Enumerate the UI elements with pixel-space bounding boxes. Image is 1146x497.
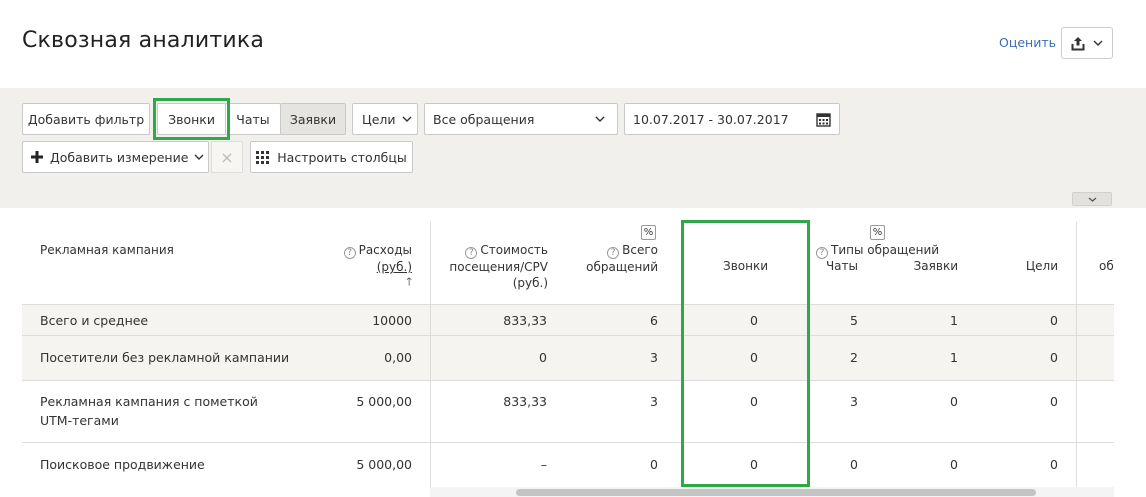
header-cost[interactable]: ? Стоимость посещения/CPV (руб.)	[440, 242, 548, 291]
header-chats[interactable]: Чаты	[808, 258, 858, 274]
toolbar-bottom-strip	[0, 186, 1146, 208]
cell-campaign-line-2: UTM-тегами	[40, 413, 119, 428]
cell-campaign: Всего и среднее	[40, 313, 149, 328]
cell-chats: 0	[850, 457, 858, 472]
cell-calls: 0	[750, 394, 758, 409]
horizontal-scrollbar-thumb[interactable]	[516, 489, 1036, 496]
cell-goals: 0	[1050, 313, 1058, 328]
help-icon[interactable]: ?	[607, 247, 620, 259]
header-types-group: ? Типы обращений	[816, 242, 939, 259]
cell-campaign: Посетители без рекламной кампании	[40, 350, 290, 365]
header-expenses[interactable]: ? Расходы (руб.) 🡑	[320, 242, 412, 289]
cell-cost: 0	[539, 350, 547, 365]
header-expenses-unit: (руб.)	[376, 260, 412, 274]
header-total-label-2: обращений	[586, 260, 658, 274]
row-divider	[22, 442, 1114, 443]
grid-icon	[256, 150, 270, 164]
row-divider	[22, 380, 1114, 381]
header-goals[interactable]: Цели	[1000, 258, 1058, 274]
page-header: Сквозная аналитика Оценить	[0, 0, 1146, 88]
sort-arrow-up-icon[interactable]: 🡑	[320, 275, 412, 289]
calendar-icon	[816, 112, 831, 127]
plus-icon	[31, 151, 43, 163]
chevron-down-icon	[595, 116, 605, 122]
header-types-group-label: Типы обращений	[831, 243, 940, 257]
header-campaign[interactable]: Рекламная кампания	[40, 242, 174, 258]
add-dimension-label: Добавить измерение	[50, 149, 189, 165]
appeals-select[interactable]: Все обращения	[424, 103, 618, 135]
cell-expenses: 10000	[372, 313, 412, 328]
page-title: Сквозная аналитика	[22, 28, 265, 53]
cell-requests: 0	[950, 394, 958, 409]
cell-goals: 0	[1050, 350, 1058, 365]
cell-chats: 3	[850, 394, 858, 409]
help-icon[interactable]: ?	[343, 247, 356, 259]
cell-calls: 0	[750, 457, 758, 472]
goals-dropdown-label: Цели	[362, 111, 396, 127]
chevron-down-icon	[194, 154, 204, 160]
row-divider	[22, 304, 1114, 305]
header-requests[interactable]: Заявки	[890, 258, 958, 274]
cell-goals: 0	[1050, 457, 1058, 472]
header-truncated[interactable]: об	[1099, 258, 1114, 274]
cell-campaign: Рекламная кампания с пометкой UTM-тегами	[40, 392, 258, 430]
cell-total: 6	[650, 313, 658, 328]
cell-requests: 1	[950, 350, 958, 365]
header-total-label: Всего	[622, 243, 658, 257]
header-cost-unit: (руб.)	[512, 276, 548, 290]
tab-requests[interactable]: Заявки	[280, 103, 346, 135]
chevron-down-icon	[402, 116, 412, 122]
header-cost-label-2: посещения/CPV	[449, 260, 548, 274]
cell-calls: 0	[750, 313, 758, 328]
cell-expenses: 0,00	[384, 350, 412, 365]
cell-cost: 833,33	[503, 313, 547, 328]
cell-chats: 5	[850, 313, 858, 328]
remove-dimension-button[interactable]: ×	[211, 141, 243, 173]
share-icon	[1071, 36, 1085, 50]
percent-toggle[interactable]: %	[641, 225, 656, 240]
date-range-picker[interactable]: 10.07.2017 - 30.07.2017	[624, 103, 840, 135]
header-cost-label: Стоимость	[480, 243, 548, 257]
cell-requests: 1	[950, 313, 958, 328]
add-filter-button[interactable]: Добавить фильтр	[22, 103, 150, 135]
chevron-down-icon	[1088, 197, 1096, 202]
appeals-select-value: Все обращения	[433, 111, 535, 127]
cell-total: 3	[650, 394, 658, 409]
help-icon[interactable]: ?	[465, 247, 478, 259]
cell-campaign-line-1: Рекламная кампания с пометкой	[40, 394, 258, 409]
cell-calls: 0	[750, 350, 758, 365]
goals-dropdown[interactable]: Цели	[352, 103, 418, 135]
percent-toggle[interactable]: %	[870, 225, 885, 240]
configure-columns-button[interactable]: Настроить столбцы	[250, 141, 413, 173]
header-expenses-label: Расходы	[358, 243, 412, 257]
cell-expenses: 5 000,00	[356, 394, 412, 409]
row-divider	[22, 335, 1114, 336]
column-divider	[1076, 222, 1077, 497]
column-divider	[430, 222, 431, 497]
date-range-value: 10.07.2017 - 30.07.2017	[633, 111, 789, 127]
tab-calls[interactable]: Звонки	[157, 103, 226, 135]
collapse-button[interactable]	[1072, 192, 1112, 206]
configure-columns-label: Настроить столбцы	[277, 149, 407, 165]
cell-chats: 2	[850, 350, 858, 365]
tab-chats[interactable]: Чаты	[225, 103, 281, 135]
cell-total: 3	[650, 350, 658, 365]
cell-cost: 833,33	[503, 394, 547, 409]
cell-campaign: Поисковое продвижение	[40, 457, 205, 472]
add-dimension-button[interactable]: Добавить измерение	[22, 141, 209, 173]
cell-cost: –	[540, 457, 547, 472]
cell-total: 0	[650, 457, 658, 472]
rate-link[interactable]: Оценить	[999, 35, 1056, 50]
cell-goals: 0	[1050, 394, 1058, 409]
header-calls[interactable]: Звонки	[685, 258, 806, 274]
export-button[interactable]	[1061, 27, 1113, 59]
header-total[interactable]: ? Всего обращений	[570, 242, 658, 275]
cell-requests: 0	[950, 457, 958, 472]
chevron-down-icon	[1093, 40, 1103, 46]
cell-expenses: 5 000,00	[356, 457, 412, 472]
